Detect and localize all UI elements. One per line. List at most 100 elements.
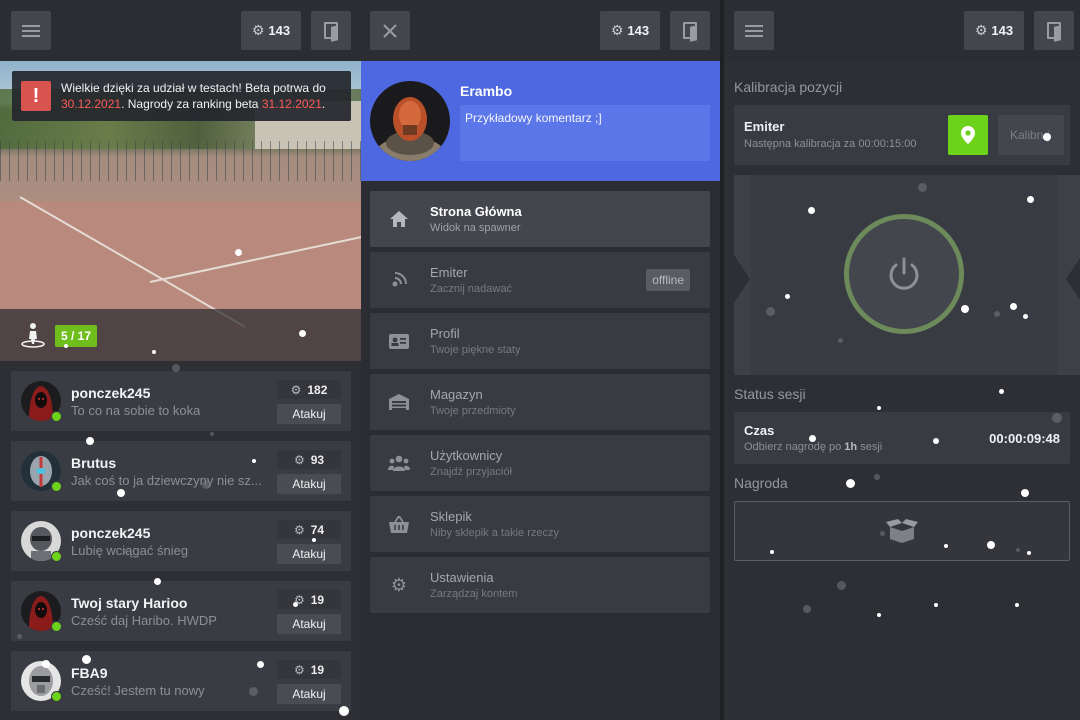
player-count-badge: 5 / 17 bbox=[55, 325, 98, 347]
menu-item-title: Użytkownicy bbox=[430, 448, 503, 463]
locate-button[interactable] bbox=[948, 115, 988, 155]
player-points: ⚙ 19 bbox=[277, 660, 341, 679]
emitter-panel: ⚙ 143 Kalibracja pozycji Emiter Następna … bbox=[724, 0, 1080, 720]
player-card[interactable]: ponczek245 To co na sobie to koka ⚙ 182 Atak… bbox=[11, 371, 351, 431]
snow-particle bbox=[252, 459, 256, 463]
snow-particle bbox=[765, 306, 775, 316]
coins-count: 143 bbox=[627, 23, 650, 38]
logout-button[interactable] bbox=[311, 11, 351, 50]
top-bar: ⚙ 143 bbox=[724, 0, 1080, 61]
snow-particle bbox=[172, 364, 180, 372]
power-area bbox=[734, 175, 1080, 375]
attack-button[interactable]: Atakuj bbox=[277, 474, 341, 494]
snow-particle bbox=[998, 388, 1004, 394]
online-indicator bbox=[51, 481, 62, 492]
snow-particle bbox=[123, 549, 127, 553]
snow-particle bbox=[339, 706, 349, 716]
coins-button[interactable]: ⚙ 143 bbox=[600, 11, 660, 50]
gear-icon: ⚙ bbox=[293, 452, 305, 467]
menu-item-subtitle: Widok na spawner bbox=[430, 222, 521, 234]
player-points: ⚙ 74 bbox=[277, 520, 341, 539]
attack-button[interactable]: Atakuj bbox=[277, 544, 341, 564]
reward-label: Nagroda bbox=[734, 475, 788, 491]
menu-item[interactable]: Emiter Zacznij nadawać offline bbox=[370, 252, 710, 308]
player-status: Jak coś to ja dziewczyny nie sz... bbox=[71, 473, 262, 488]
menu-item[interactable]: Magazyn Twoje przedmioty bbox=[370, 374, 710, 430]
attack-button[interactable]: Atakuj bbox=[277, 614, 341, 634]
basket-icon bbox=[388, 513, 410, 535]
player-name: Twoj stary Harioo bbox=[71, 595, 188, 611]
snow-particle bbox=[808, 434, 816, 442]
snow-particle bbox=[117, 489, 125, 497]
gear-icon: ⚙ bbox=[290, 382, 302, 397]
power-button[interactable] bbox=[844, 214, 964, 334]
coins-button[interactable]: ⚙ 143 bbox=[964, 11, 1024, 50]
menu-item-title: Profil bbox=[430, 326, 460, 341]
power-icon bbox=[889, 257, 919, 290]
menu-button[interactable] bbox=[734, 11, 774, 50]
player-status: Cześć daj Haribo. HWDP bbox=[71, 613, 217, 628]
online-indicator bbox=[51, 691, 62, 702]
id-card-icon bbox=[388, 330, 410, 352]
player-name: ponczek245 bbox=[71, 525, 151, 541]
snow-particle bbox=[934, 603, 938, 607]
snow-particle bbox=[1043, 133, 1051, 141]
menu-item[interactable]: Strona Główna Widok na spawner bbox=[370, 191, 710, 247]
player-status: Cześć! Jestem tu nowy bbox=[71, 683, 205, 698]
player-card[interactable]: Twoj stary Harioo Cześć daj Haribo. HWDP ⚙… bbox=[11, 581, 351, 641]
arrow-right-icon[interactable] bbox=[1066, 255, 1080, 303]
arrow-left-icon[interactable] bbox=[734, 255, 750, 303]
emiter-subtitle: Następna kalibracja za 00:00:15:00 bbox=[744, 138, 917, 150]
calibrate-button[interactable]: Kalibruj bbox=[998, 115, 1064, 155]
snow-particle bbox=[81, 654, 91, 664]
snow-particle bbox=[256, 660, 264, 668]
logout-button[interactable] bbox=[670, 11, 710, 50]
snow-particle bbox=[879, 530, 885, 536]
close-button[interactable] bbox=[370, 11, 410, 50]
session-title: Czas bbox=[744, 423, 775, 438]
status-badge: offline bbox=[646, 269, 690, 291]
player-card[interactable]: ponczek245 Lubię wciągać śnieg ⚙ 74 Atakuj bbox=[11, 511, 351, 571]
feed-panel: ⚙ 143 ! Wielkie dzięki za udział w testac… bbox=[0, 0, 361, 720]
snow-particle bbox=[153, 577, 161, 585]
player-location-icon bbox=[21, 323, 45, 348]
snow-particle bbox=[803, 605, 811, 613]
snow-particle bbox=[877, 613, 881, 617]
snow-particle bbox=[64, 344, 68, 348]
player-card[interactable]: FBA9 Cześć! Jestem tu nowy ⚙ 19 Atakuj bbox=[11, 651, 351, 711]
gear-icon: ⚙ bbox=[390, 575, 408, 595]
player-card[interactable]: Brutus Jak coś to ja dziewczyny nie sz...… bbox=[11, 441, 351, 501]
reward-box[interactable] bbox=[734, 501, 1070, 561]
snow-particle bbox=[234, 248, 242, 256]
session-label: Status sesji bbox=[734, 386, 806, 402]
menu-item[interactable]: Sklepik Niby sklepik a takie rzeczy bbox=[370, 496, 710, 552]
online-indicator bbox=[51, 621, 62, 632]
menu-button[interactable] bbox=[11, 11, 51, 50]
attack-button[interactable]: Atakuj bbox=[277, 684, 341, 704]
profile-comment[interactable]: Przykładowy komentarz ;] bbox=[460, 105, 710, 161]
snow-particle bbox=[987, 541, 995, 549]
menu-item-title: Sklepik bbox=[430, 509, 472, 524]
coins-button[interactable]: ⚙ 143 bbox=[241, 11, 301, 50]
snow-particle bbox=[836, 580, 846, 590]
avatar[interactable] bbox=[370, 81, 450, 161]
menu-item-title: Ustawienia bbox=[430, 570, 494, 585]
top-bar: ⚙ 143 bbox=[361, 0, 720, 61]
snow-particle bbox=[42, 660, 50, 668]
snow-particle bbox=[1026, 195, 1034, 203]
attack-button[interactable]: Atakuj bbox=[277, 404, 341, 424]
online-indicator bbox=[51, 411, 62, 422]
session-card: Czas Odbierz nagrodę po 1h sesji 00:00:0… bbox=[734, 412, 1070, 464]
menu-item[interactable]: Profil Twoje piękne staty bbox=[370, 313, 710, 369]
logout-button[interactable] bbox=[1034, 11, 1074, 50]
notice-date-2: 31.12.2021 bbox=[261, 97, 322, 111]
snow-particle bbox=[874, 474, 880, 480]
broadcast-icon bbox=[388, 269, 410, 291]
snow-particle bbox=[1015, 603, 1019, 607]
snow-particle bbox=[917, 182, 927, 192]
menu-item[interactable]: ⚙ Ustawienia Zarządzaj kontem bbox=[370, 557, 710, 613]
open-box-icon bbox=[886, 519, 918, 543]
snow-particle bbox=[933, 438, 939, 444]
menu-item[interactable]: Użytkownicy Znajdź przyjaciół bbox=[370, 435, 710, 491]
snow-particle bbox=[292, 601, 298, 607]
